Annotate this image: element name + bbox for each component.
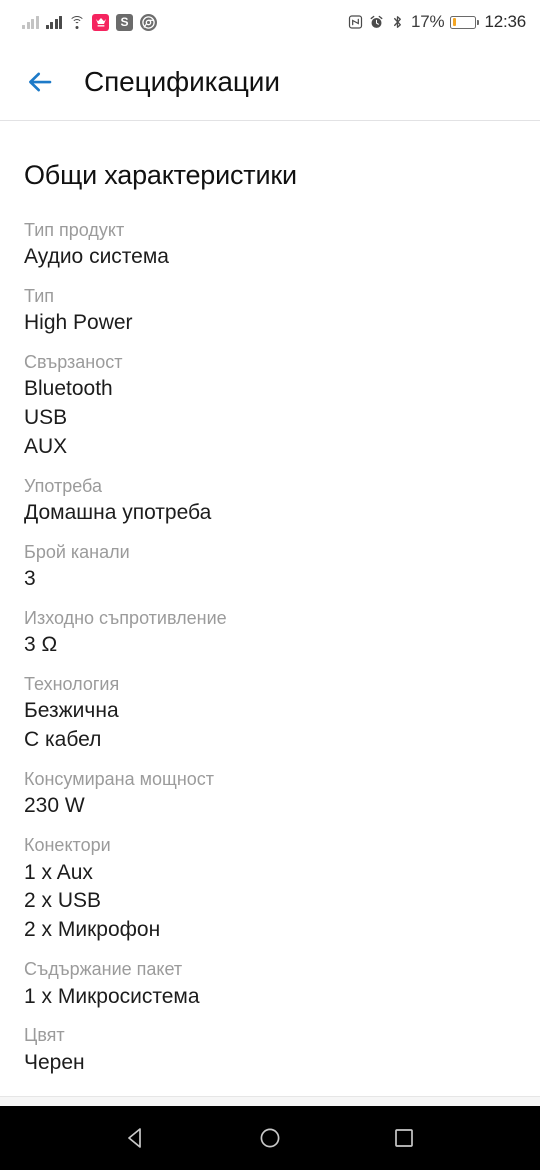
- spec-label: Свързаност: [24, 352, 123, 373]
- spec-row: Технология Безжична С кабел: [24, 671, 516, 766]
- app-bar-spacer: [0, 121, 540, 130]
- spec-label: Съдържание пакет: [24, 959, 183, 980]
- spec-label: Тип: [24, 286, 55, 307]
- spec-value: Домашна употреба: [24, 501, 212, 525]
- nav-back-icon[interactable]: [123, 1125, 149, 1151]
- spec-label: Консумирана мощност: [24, 769, 215, 790]
- spec-value: Bluetooth: [24, 377, 113, 401]
- system-navigation-bar: [0, 1106, 540, 1170]
- signal-bars-icon: [45, 15, 62, 29]
- back-button[interactable]: [18, 60, 62, 104]
- spec-row: Съдържание пакет 1 x Микросистема: [24, 956, 516, 1022]
- spec-row: Тип продукт Аудио система: [24, 217, 516, 283]
- spec-label: Конектори: [24, 835, 111, 856]
- battery-icon: [450, 15, 480, 29]
- spec-value-group: High Power: [24, 309, 516, 338]
- spec-value: 3: [24, 567, 36, 591]
- spec-value: 3 Ω: [24, 633, 58, 657]
- status-bar-right: 17% 12:36: [348, 12, 526, 32]
- spec-row: Употреба Домашна употреба: [24, 473, 516, 539]
- spec-value-group: 1 x Микросистема: [24, 983, 516, 1012]
- nav-bar-spacer: [0, 1097, 540, 1106]
- section-title: Общи характеристики: [24, 160, 297, 190]
- spec-value: Черен: [24, 1050, 85, 1074]
- spec-row: Тип High Power: [24, 283, 516, 349]
- spec-value: USB: [24, 406, 68, 430]
- spec-label: Изходно съпротивление: [24, 608, 227, 629]
- spec-value: Безжична: [24, 699, 119, 723]
- spec-value-group: 1 x Aux 2 x USB 2 x Микрофон: [24, 859, 516, 946]
- spec-list: Тип продукт Аудио система Тип High Power Свъ…: [24, 217, 516, 1089]
- spec-row: Брой канали 3: [24, 539, 516, 605]
- spec-value: High Power: [24, 311, 133, 335]
- phone-screen: S 17% 12:36 Спецификации Общи характерис…: [0, 0, 540, 1170]
- nav-home-icon[interactable]: [257, 1125, 283, 1151]
- s-app-icon: S: [116, 13, 133, 31]
- battery-percent-label: 17%: [411, 12, 445, 31]
- page-title: Спецификации: [84, 66, 280, 97]
- spec-value: 1 x Aux: [24, 860, 93, 884]
- spec-row: Конектори 1 x Aux 2 x USB 2 x Микрофон: [24, 832, 516, 956]
- status-bar: S 17% 12:36: [0, 0, 540, 44]
- spec-value-group: Аудио система: [24, 243, 516, 272]
- spec-value: 1 x Микросистема: [24, 984, 200, 1008]
- spec-label: Брой канали: [24, 542, 130, 563]
- wifi-icon: [69, 15, 85, 29]
- nfc-icon: [348, 15, 363, 29]
- spec-value-group: Bluetooth USB AUX: [24, 375, 516, 462]
- spec-value-group: Черен: [24, 1049, 516, 1078]
- spec-value: 2 x Микрофон: [24, 918, 161, 942]
- spec-row: Консумирана мощност 230 W: [24, 766, 516, 832]
- spec-value-group: Безжична С кабел: [24, 697, 516, 755]
- chrome-app-icon: [140, 13, 157, 31]
- spec-label: Тип продукт: [24, 220, 125, 240]
- status-bar-left: S: [22, 13, 157, 31]
- app-bar: Спецификации: [0, 44, 540, 120]
- spec-value: 2 x USB: [24, 889, 102, 913]
- spec-row: Цвят Черен: [24, 1022, 516, 1088]
- shopping-app-icon: [92, 13, 109, 31]
- spec-value: 230 W: [24, 794, 85, 818]
- alarm-icon: [370, 15, 383, 28]
- nav-recents-icon[interactable]: [391, 1125, 417, 1151]
- bluetooth-icon: [394, 16, 401, 28]
- spec-label: Цвят: [24, 1025, 65, 1046]
- spec-value: С кабел: [24, 728, 102, 752]
- arrow-left-icon: [29, 72, 52, 92]
- spec-value-group: Домашна употреба: [24, 499, 516, 528]
- spec-value-group: 3: [24, 565, 516, 594]
- spec-row: Свързаност Bluetooth USB AUX: [24, 349, 516, 473]
- spec-value-group: 3 Ω: [24, 631, 516, 660]
- spec-value: Аудио система: [24, 245, 169, 269]
- spec-label: Употреба: [24, 476, 102, 497]
- signal-bars-dim-icon: [22, 15, 39, 29]
- spec-value: AUX: [24, 435, 68, 459]
- spec-label: Технология: [24, 674, 120, 695]
- specifications-content: Общи характеристики Тип продукт Аудио сис…: [0, 130, 540, 1096]
- spec-value-group: 230 W: [24, 792, 516, 821]
- spec-row: Изходно съпротивление 3 Ω: [24, 605, 516, 671]
- clock-label: 12:36: [484, 12, 526, 31]
